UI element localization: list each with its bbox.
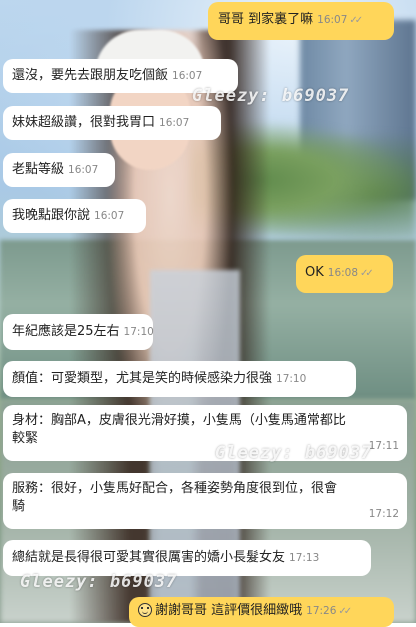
- smile-emoji-icon: [138, 603, 152, 617]
- message-text: 我晚點跟你說: [12, 208, 91, 223]
- watermark-text: Gleezy: b69037: [192, 86, 350, 106]
- message-text-line: 騎: [12, 499, 26, 514]
- message-time: 16:07: [68, 164, 99, 176]
- watermark-text: Gleezy: b69037: [215, 443, 373, 463]
- read-receipt-icon: ✓✓: [338, 606, 352, 617]
- message-text: 哥哥 到家裏了嘛: [218, 12, 314, 27]
- message-time: 16:07: [172, 70, 203, 82]
- message-time: 16:08: [327, 267, 359, 279]
- message-text: 老點等級: [12, 162, 65, 177]
- incoming-message[interactable]: 服務：很好，小隻馬好配合，各種姿勢角度很到位，很會 騎 17:12: [3, 473, 407, 529]
- incoming-message[interactable]: 年紀應該是25左右 17:10: [3, 314, 154, 350]
- incoming-message[interactable]: 妹妹超級讚，很對我胃口 16:07: [3, 106, 221, 140]
- incoming-message[interactable]: 總結就是長得很可愛其實很厲害的嬌小長髮女友 17:13: [3, 540, 371, 576]
- message-time: 16:07: [317, 14, 348, 26]
- message-text: 總結就是長得很可愛其實很厲害的嬌小長髮女友: [12, 550, 286, 565]
- message-time: 17:10: [123, 326, 154, 338]
- message-text-line: 服務：很好，小隻馬好配合，各種姿勢角度很到位，很會: [12, 481, 338, 496]
- message-text-line: 身材：胸部A，皮膚很光滑好摸，小隻馬（小隻馬通常都比: [12, 413, 346, 428]
- message-time: 17:13: [289, 552, 320, 564]
- message-time: 17:11: [368, 440, 399, 452]
- message-time: 17:26: [306, 605, 337, 617]
- message-text: 妹妹超級讚，很對我胃口: [12, 115, 156, 130]
- message-text-line: 較緊: [12, 431, 39, 446]
- incoming-message[interactable]: 老點等級 16:07: [3, 153, 115, 187]
- message-text: 顏值：可愛類型，尤其是笑的時候感染力很強: [12, 371, 273, 386]
- message-text: 還沒，要先去跟朋友吃個飯: [12, 68, 169, 83]
- message-time: 17:12: [368, 508, 399, 520]
- incoming-message[interactable]: 我晚點跟你說 16:07: [3, 199, 146, 233]
- read-receipt-icon: ✓✓: [349, 15, 363, 26]
- message-text: 年紀應該是25左右: [12, 324, 120, 339]
- message-time: 16:07: [159, 117, 190, 129]
- incoming-message[interactable]: 顏值：可愛類型，尤其是笑的時候感染力很強 17:10: [3, 361, 356, 397]
- message-text: OK: [305, 265, 324, 280]
- message-time: 16:07: [94, 210, 125, 222]
- read-receipt-icon: ✓✓: [360, 268, 374, 279]
- outgoing-message[interactable]: OK 16:08 ✓✓: [296, 255, 393, 293]
- outgoing-message[interactable]: 哥哥 到家裏了嘛 16:07 ✓✓: [208, 2, 394, 40]
- message-time: 17:10: [276, 373, 307, 385]
- watermark-text: Gleezy: b69037: [20, 572, 178, 592]
- message-text: 謝謝哥哥 這評價很細緻哦: [155, 603, 303, 618]
